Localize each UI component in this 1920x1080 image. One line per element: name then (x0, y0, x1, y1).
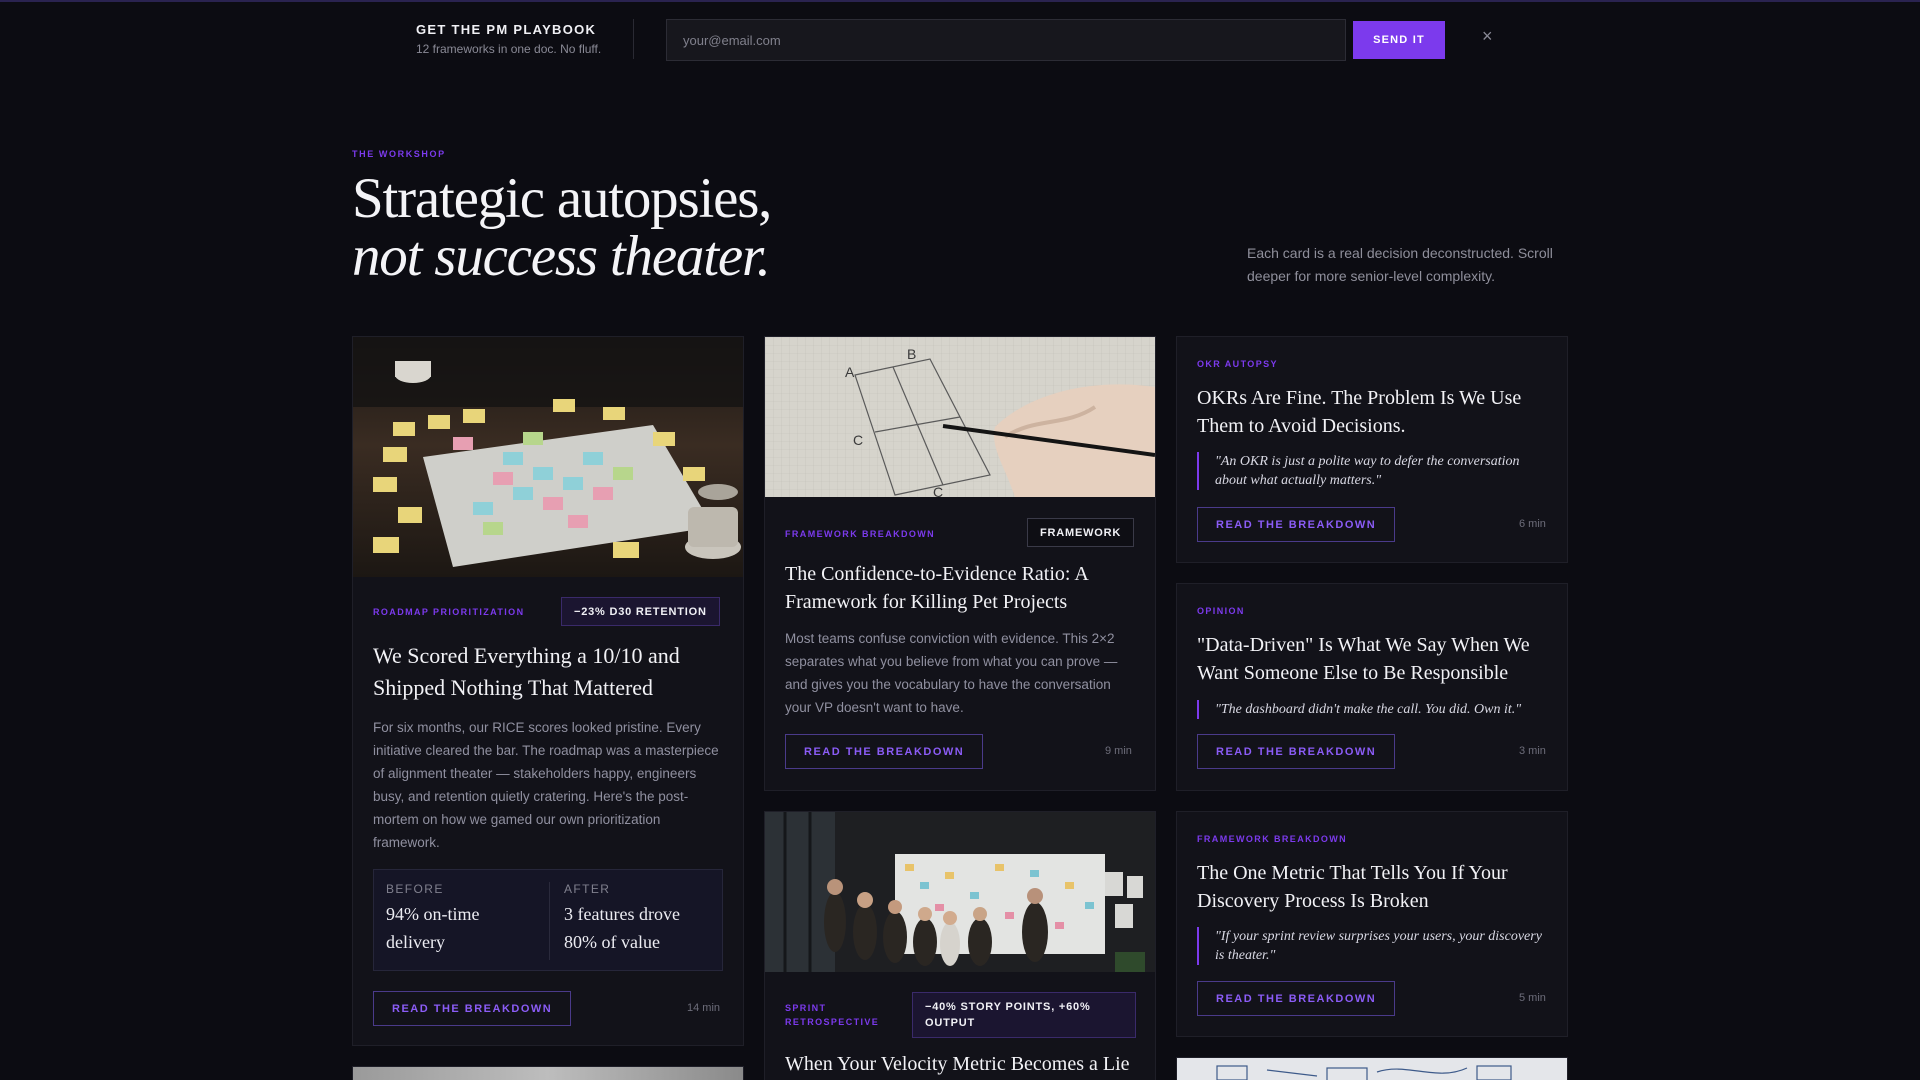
read-breakdown-button[interactable]: READ THE BREAKDOWN (1197, 981, 1396, 1016)
pull-quote: "If your sprint review surprises your us… (1197, 927, 1547, 965)
card-opinion[interactable]: OPINION "Data-Driven" Is What We Say Whe… (1176, 583, 1568, 791)
signup-subtitle: 12 frameworks in one doc. No fluff. (416, 42, 602, 56)
card-title[interactable]: We Scored Everything a 10/10 and Shipped… (373, 640, 723, 704)
card-next-right[interactable] (1176, 1057, 1568, 1080)
before-after-box: BEFORE 94% on-time delivery AFTER 3 feat… (373, 869, 723, 971)
sketch-label-d: C (933, 484, 943, 497)
metric-badge: −23% D30 RETENTION (561, 597, 720, 626)
card-tag: FRAMEWORK BREAKDOWN (785, 529, 936, 539)
card-body: Most teams confuse conviction with evide… (785, 631, 1118, 715)
read-time: 9 min (1105, 745, 1132, 757)
pull-quote: "The dashboard didn't make the call. You… (1197, 700, 1547, 719)
card-image-whiteboard-sketch (1177, 1058, 1567, 1080)
before-label: BEFORE (386, 882, 444, 896)
after-value: 3 features drove 80% of value (564, 904, 680, 952)
read-time: 3 min (1519, 745, 1546, 757)
email-input[interactable] (666, 19, 1346, 61)
before-after-divider (549, 882, 550, 960)
card-image-sketch: A B C C (765, 337, 1155, 497)
framework-badge: FRAMEWORK (1027, 518, 1135, 547)
card-tag: OPINION (1197, 606, 1245, 616)
card-image-team-whiteboard (765, 812, 1155, 972)
playbook-signup-bar: GET THE PM PLAYBOOK 12 frameworks in one… (0, 2, 1920, 77)
card-tag: FRAMEWORK BREAKDOWN (1197, 834, 1348, 844)
read-time: 5 min (1519, 992, 1546, 1004)
signup-title: GET THE PM PLAYBOOK (416, 22, 597, 37)
close-icon[interactable]: × (1482, 27, 1493, 45)
title-line-2: not success theater. (352, 225, 771, 288)
sketch-label-b: B (907, 346, 916, 362)
card-sprint-retrospective[interactable]: SPRINT RETROSPECTIVE −40% STORY POINTS, … (764, 811, 1156, 1080)
send-it-button[interactable]: SEND IT (1353, 21, 1445, 59)
section-eyebrow: THE WORKSHOP (352, 149, 446, 159)
card-title[interactable]: When Your Velocity Metric Becomes a Lie (785, 1050, 1135, 1078)
after-label: AFTER (564, 882, 611, 896)
card-tag: SPRINT RETROSPECTIVE (785, 1003, 880, 1027)
pull-quote: "An OKR is just a polite way to defer th… (1197, 452, 1547, 490)
read-breakdown-button[interactable]: READ THE BREAKDOWN (1197, 734, 1396, 769)
sketch-label-a: A (845, 364, 855, 380)
card-next-left[interactable] (352, 1066, 744, 1080)
read-breakdown-button[interactable]: READ THE BREAKDOWN (785, 734, 984, 769)
card-title[interactable]: The One Metric That Tells You If Your Di… (1197, 859, 1552, 915)
card-roadmap-prioritization[interactable]: ROADMAP PRIORITIZATION −23% D30 RETENTIO… (352, 336, 744, 1046)
metric-badge: −40% STORY POINTS, +60% OUTPUT (912, 992, 1136, 1038)
after-column: AFTER 3 features drove 80% of value (564, 882, 714, 956)
card-title[interactable]: OKRs Are Fine. The Problem Is We Use The… (1197, 384, 1552, 440)
card-okr-autopsy[interactable]: OKR AUTOPSY OKRs Are Fine. The Problem I… (1176, 336, 1568, 563)
read-time: 6 min (1519, 518, 1546, 530)
card-tag: ROADMAP PRIORITIZATION (373, 607, 525, 617)
read-breakdown-button[interactable]: READ THE BREAKDOWN (373, 991, 572, 1026)
before-column: BEFORE 94% on-time delivery (386, 882, 526, 956)
page-title: Strategic autopsies, not success theater… (352, 167, 772, 288)
card-body: For six months, our RICE scores looked p… (373, 720, 719, 850)
signup-text: GET THE PM PLAYBOOK 12 frameworks in one… (416, 22, 601, 56)
sketch-label-c: C (853, 432, 863, 448)
card-discovery-metric[interactable]: FRAMEWORK BREAKDOWN The One Metric That … (1176, 811, 1568, 1037)
read-time: 14 min (687, 1002, 721, 1014)
read-breakdown-button[interactable]: READ THE BREAKDOWN (1197, 507, 1396, 542)
before-value: 94% on-time delivery (386, 904, 480, 952)
title-line-1: Strategic autopsies, (352, 167, 772, 230)
card-title[interactable]: The Confidence-to-Evidence Ratio: A Fram… (785, 560, 1135, 616)
card-image-next-left (353, 1067, 743, 1080)
card-confidence-evidence[interactable]: A B C C FRAMEWORK BREAKDOWN FRAMEWORK Th… (764, 336, 1156, 791)
card-tag: OKR AUTOPSY (1197, 359, 1278, 369)
card-title[interactable]: "Data-Driven" Is What We Say When We Wan… (1197, 631, 1552, 687)
hero-description: Each card is a real decision deconstruct… (1247, 245, 1553, 284)
signup-divider (633, 19, 634, 59)
card-image-sticky-notes (353, 337, 743, 577)
